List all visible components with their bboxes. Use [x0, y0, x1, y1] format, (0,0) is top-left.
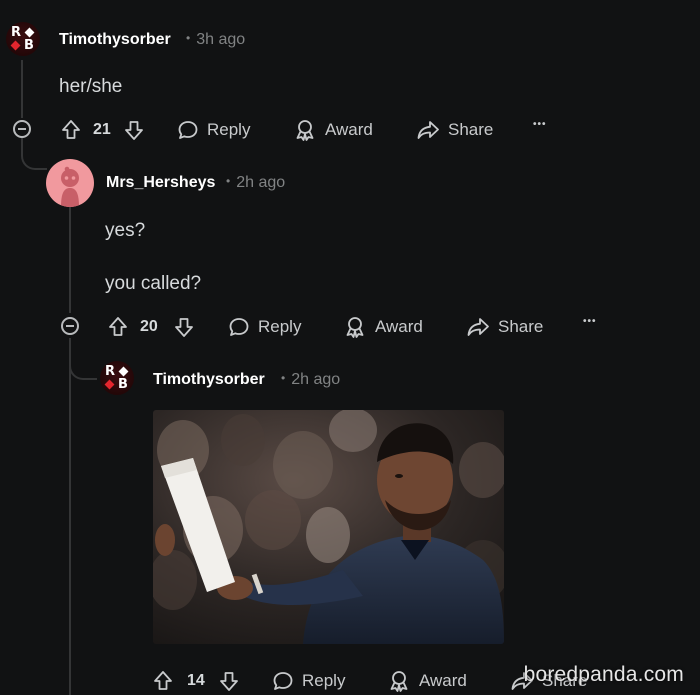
comment-1-vote-count: 21 [93, 121, 111, 138]
photo-illustration [153, 410, 504, 644]
comment-2-timestamp[interactable]: • 2h ago [226, 174, 285, 192]
comment-3-vote-count: 14 [187, 672, 205, 689]
rb-avatar-icon[interactable]: R B [6, 22, 40, 56]
rb-diamond-top [24, 27, 35, 38]
boredpanda-watermark: boredpanda.com [523, 663, 684, 686]
comment-2-text-line-1: yes? [105, 220, 146, 241]
award-icon [390, 671, 408, 692]
downvote-icon[interactable] [174, 317, 194, 338]
reply-label: Reply [258, 317, 302, 336]
share-label: Share [448, 120, 494, 139]
share-label: Share [498, 317, 544, 336]
rb-letter-r: R [105, 364, 116, 379]
reply-icon [178, 121, 198, 139]
comment-1-username[interactable]: Timothysorber [59, 31, 171, 49]
award-button[interactable]: Award [387, 670, 467, 692]
downvote-icon[interactable] [124, 120, 144, 141]
share-button[interactable]: Share [466, 316, 543, 338]
comment-2-text-line-2: you called? [105, 273, 202, 294]
award-icon [346, 317, 364, 338]
award-label: Award [419, 671, 467, 690]
snoo-avatar-icon[interactable] [46, 159, 94, 207]
rb-letter-b: B [118, 377, 128, 392]
rb-avatar-icon[interactable]: R B [100, 361, 134, 395]
collapse-thread-button[interactable] [13, 120, 31, 138]
reply-label: Reply [207, 120, 251, 139]
comment-2-vote-count: 20 [140, 318, 158, 335]
comment-thread: R B Timothysorber • 3h ago her/she 21 Rep… [0, 0, 700, 695]
reply-icon [273, 672, 293, 690]
reply-button[interactable]: Reply [228, 316, 301, 338]
thread-line-1[interactable] [21, 60, 23, 118]
award-icon [296, 120, 314, 141]
share-icon [417, 121, 439, 139]
upvote-icon[interactable] [108, 316, 128, 337]
comment-1-text: her/she [59, 76, 123, 97]
rb-diamond-bottom [104, 379, 115, 390]
reply-button[interactable]: Reply [177, 119, 250, 141]
share-button[interactable]: Share [416, 119, 493, 141]
thread-elbow-1 [21, 138, 47, 170]
reply-button[interactable]: Reply [272, 670, 345, 692]
award-button[interactable]: Award [343, 316, 423, 338]
award-label: Award [325, 120, 373, 139]
upvote-icon[interactable] [153, 670, 173, 691]
share-icon [467, 318, 489, 336]
thread-line-2b[interactable] [69, 338, 71, 695]
comment-3-time: 2h ago [291, 371, 341, 388]
comment-1-timestamp[interactable]: • 3h ago [186, 31, 245, 49]
comment-2-username[interactable]: Mrs_Hersheys [106, 174, 215, 192]
reply-icon [229, 318, 249, 336]
reply-label: Reply [302, 671, 346, 690]
upvote-icon[interactable] [61, 119, 81, 140]
thread-elbow-2 [69, 342, 97, 380]
comment-1-time: 3h ago [196, 31, 246, 48]
snoo-icon [61, 166, 79, 207]
rb-diamond-bottom [10, 40, 21, 51]
more-options-button[interactable]: ••• [583, 316, 597, 327]
comment-3-username[interactable]: Timothysorber [153, 371, 265, 389]
more-options-button[interactable]: ••• [533, 119, 547, 130]
thread-line-2[interactable] [69, 205, 71, 313]
comment-3-timestamp[interactable]: • 2h ago [281, 371, 340, 389]
rb-diamond-top [118, 366, 129, 377]
award-label: Award [375, 317, 423, 336]
downvote-icon[interactable] [219, 671, 239, 692]
rb-letter-b: B [24, 38, 34, 53]
collapse-thread-button[interactable] [61, 317, 79, 335]
man-reading-paper-in-crowd-photo[interactable] [153, 410, 504, 644]
award-button[interactable]: Award [293, 119, 373, 141]
comment-2-time: 2h ago [236, 174, 286, 191]
rb-letter-r: R [11, 25, 22, 40]
